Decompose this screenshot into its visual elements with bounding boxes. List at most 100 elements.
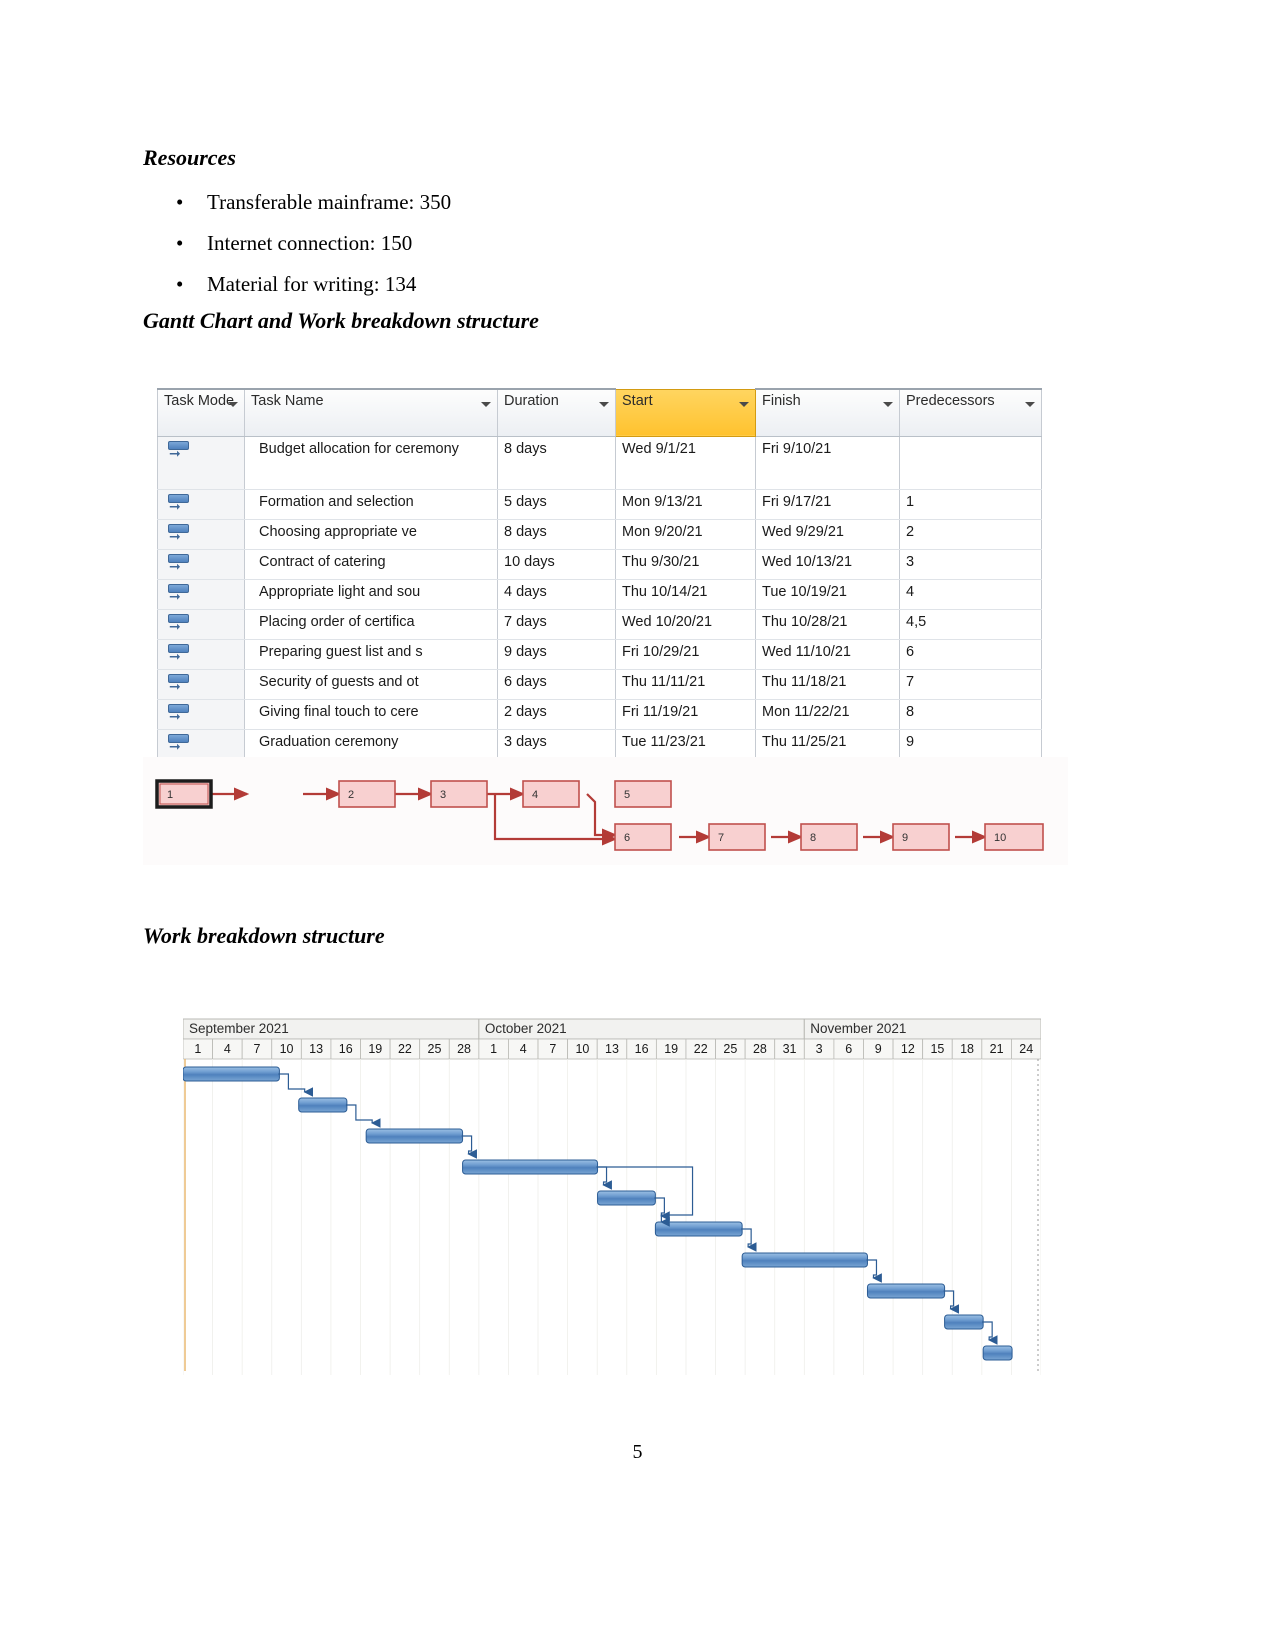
task-mode-cell[interactable]: ➞ [157,639,245,670]
duration-cell: 4 days [497,579,616,610]
gantt-day-tick-label: 22 [398,1042,412,1056]
table-row[interactable]: ➞ Formation and selection 5 days Mon 9/1… [157,489,1042,520]
predecessors-cell: 2 [899,519,1042,550]
duration-cell: 9 days [497,639,616,670]
gantt-bar[interactable] [597,1190,656,1206]
svg-text:2: 2 [348,789,354,801]
gantt-bar[interactable] [866,1283,946,1299]
column-header-task-name[interactable]: Task Name [244,388,498,437]
finish-cell: Fri 9/10/21 [755,436,900,490]
gantt-day-tick-label: 1 [194,1042,201,1056]
gantt-day-tick-label: 3 [816,1042,823,1056]
gantt-bar[interactable] [365,1128,464,1144]
gantt-day-tick-label: 13 [309,1042,323,1056]
task-mode-cell[interactable]: ➞ [157,519,245,550]
gantt-dependency-link [345,1104,381,1128]
task-mode-cell[interactable]: ➞ [157,699,245,730]
gantt-bar[interactable] [982,1345,1013,1361]
chevron-down-icon[interactable] [481,402,491,407]
gantt-bar[interactable] [183,1066,280,1082]
gantt-day-tick-label: 13 [605,1042,619,1056]
column-header-start[interactable]: Start [615,388,756,437]
predecessors-cell: 7 [899,669,1042,700]
chevron-down-icon[interactable] [883,402,893,407]
duration-cell: 5 days [497,489,616,520]
task-mode-cell[interactable]: ➞ [157,609,245,640]
auto-schedule-icon: ➞ [168,440,194,461]
gantt-bar[interactable] [944,1314,984,1330]
task-name-cell: Security of guests and ot [244,669,498,700]
column-header-duration[interactable]: Duration [497,388,616,437]
table-header-row: Task Mode Task Name Duration Start Finis… [157,388,1042,437]
gantt-month-label: October 2021 [485,1021,567,1036]
network-diagram: 1 2 3 4 5 6 7 8 9 10 [143,757,1068,865]
gantt-bar[interactable] [654,1221,743,1237]
auto-schedule-icon: ➞ [168,643,194,664]
task-name-cell: Budget allocation for ceremony [244,436,498,490]
duration-cell: 10 days [497,549,616,580]
resources-list: Transferable mainframe: 350 Internet con… [175,182,451,305]
task-mode-cell[interactable]: ➞ [157,489,245,520]
gantt-day-tick-label: 19 [368,1042,382,1056]
start-cell: Mon 9/20/21 [615,519,756,550]
gantt-day-tick-label: 31 [783,1042,797,1056]
gantt-bar[interactable] [462,1159,599,1175]
table-row[interactable]: ➞ Budget allocation for ceremony 8 days … [157,436,1042,490]
task-name-cell: Appropriate light and sou [244,579,498,610]
gantt-day-tick-label: 25 [428,1042,442,1056]
auto-schedule-icon: ➞ [168,523,194,544]
task-mode-cell[interactable]: ➞ [157,579,245,610]
finish-cell: Thu 11/18/21 [755,669,900,700]
gantt-day-tick-label: 4 [224,1042,231,1056]
list-item: Transferable mainframe: 350 [176,182,451,223]
gantt-bar[interactable] [741,1252,868,1268]
table-row[interactable]: ➞ Graduation ceremony 3 days Tue 11/23/2… [157,729,1042,760]
gantt-day-tick-label: 28 [457,1042,471,1056]
table-row[interactable]: ➞ Giving final touch to cere 2 days Fri … [157,699,1042,730]
table-row[interactable]: ➞ Security of guests and ot 6 days Thu 1… [157,669,1042,700]
task-mode-cell[interactable]: ➞ [157,729,245,760]
resources-heading: Resources [143,145,236,170]
auto-schedule-icon: ➞ [168,493,194,514]
chevron-down-icon[interactable] [1025,402,1035,407]
start-cell: Fri 11/19/21 [615,699,756,730]
network-node-2: 2 [338,780,396,808]
table-row[interactable]: ➞ Preparing guest list and s 9 days Fri … [157,639,1042,670]
column-header-task-mode[interactable]: Task Mode [157,388,245,437]
finish-cell: Thu 10/28/21 [755,609,900,640]
svg-text:8: 8 [810,832,816,844]
column-header-finish[interactable]: Finish [755,388,900,437]
start-cell: Thu 9/30/21 [615,549,756,580]
chevron-down-icon[interactable] [599,402,609,407]
gantt-day-tick-label: 18 [960,1042,974,1056]
table-row[interactable]: ➞ Appropriate light and sou 4 days Thu 1… [157,579,1042,610]
svg-text:6: 6 [624,832,630,844]
finish-cell: Tue 10/19/21 [755,579,900,610]
table-row[interactable]: ➞ Choosing appropriate ve 8 days Mon 9/2… [157,519,1042,550]
svg-text:4: 4 [532,789,538,801]
gantt-month-label: November 2021 [810,1021,906,1036]
gantt-day-tick-label: 25 [723,1042,737,1056]
chevron-down-icon[interactable] [228,402,238,407]
gantt-day-tick-label: 16 [339,1042,353,1056]
task-mode-cell[interactable]: ➞ [157,549,245,580]
predecessors-cell: 1 [899,489,1042,520]
chevron-down-icon[interactable] [739,401,749,407]
gantt-day-tick-label: 9 [875,1042,882,1056]
task-name-cell: Preparing guest list and s [244,639,498,670]
column-header-label: Predecessors [906,393,995,409]
column-header-label: Duration [504,393,559,409]
finish-cell: Wed 9/29/21 [755,519,900,550]
table-row[interactable]: ➞ Contract of catering 10 days Thu 9/30/… [157,549,1042,580]
table-row[interactable]: ➞ Placing order of certifica 7 days Wed … [157,609,1042,640]
duration-cell: 6 days [497,669,616,700]
task-mode-cell[interactable]: ➞ [157,669,245,700]
gantt-day-tick-label: 28 [753,1042,767,1056]
task-mode-cell[interactable]: ➞ [157,436,245,490]
column-header-predecessors[interactable]: Predecessors [899,388,1042,437]
gantt-bar[interactable] [298,1097,348,1113]
gantt-day-tick-label: 10 [280,1042,294,1056]
task-table: Task Mode Task Name Duration Start Finis… [157,388,1042,760]
list-item: Internet connection: 150 [176,223,451,264]
svg-text:10: 10 [994,832,1006,844]
